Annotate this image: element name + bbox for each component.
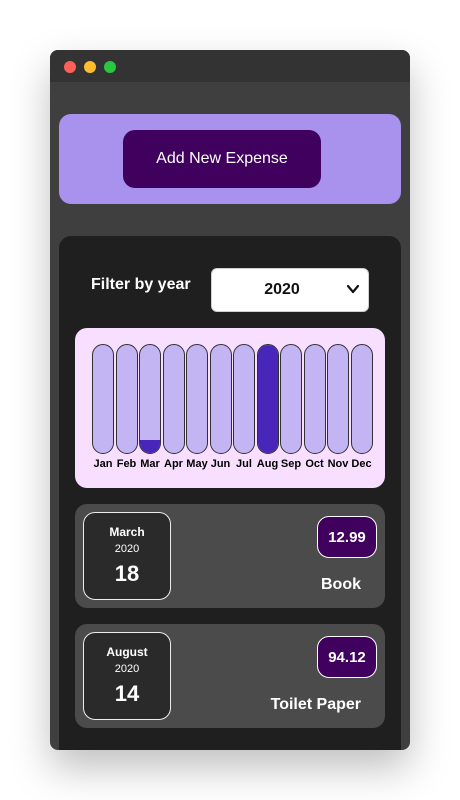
expense-date-year: 2020 bbox=[114, 543, 140, 555]
chart-bar-track bbox=[186, 344, 208, 454]
expense-item[interactable]: August 2020 14 94.12 Toilet Paper bbox=[75, 624, 385, 728]
chart-bar-sep: Sep bbox=[280, 344, 302, 476]
expense-date-day: 18 bbox=[114, 561, 140, 586]
chart-bar-track bbox=[303, 344, 326, 454]
expense-date-year: 2020 bbox=[114, 663, 140, 675]
expense-price: 12.99 bbox=[317, 516, 377, 558]
chart-bar-dec: Dec bbox=[350, 344, 373, 476]
expense-price: 94.12 bbox=[317, 636, 377, 678]
chart-bar-track bbox=[350, 344, 373, 454]
chart-bar-jun: Jun bbox=[209, 344, 232, 476]
chart-bar-track bbox=[92, 344, 114, 454]
expense-date: March 2020 18 bbox=[83, 512, 171, 600]
chart-bar-track bbox=[162, 344, 185, 454]
chart-bar-track bbox=[327, 344, 349, 454]
close-window-dot[interactable] bbox=[64, 61, 76, 73]
chart-bar-jul: Jul bbox=[233, 344, 255, 476]
expense-date-month: August bbox=[106, 645, 148, 659]
monthly-chart: Jan Feb Mar Apr May Jun Jul Aug Sep Oct Nov Dec bbox=[75, 328, 385, 488]
chart-bar-track bbox=[256, 344, 279, 454]
chart-bar-label: Dec bbox=[351, 458, 372, 470]
year-select[interactable]: 2020 bbox=[211, 268, 369, 312]
new-expense-panel: Add New Expense bbox=[59, 114, 401, 204]
chart-bar-feb: Feb bbox=[115, 344, 138, 476]
expense-item[interactable]: March 2020 18 12.99 Book bbox=[75, 504, 385, 608]
chart-bar-may: May bbox=[186, 344, 208, 476]
chevron-down-icon bbox=[346, 284, 360, 294]
chart-bar-track bbox=[115, 344, 138, 454]
chart-bar-track bbox=[280, 344, 302, 454]
chart-bar-jan: Jan bbox=[92, 344, 114, 476]
chart-bar-nov: Nov bbox=[327, 344, 349, 476]
expenses-panel: Filter by year 2020 Jan Feb Mar Apr May Jun Ju… bbox=[59, 236, 401, 750]
expense-date-month: March bbox=[109, 525, 145, 539]
filter-label: Filter by year bbox=[91, 276, 191, 293]
chart-bar-fill bbox=[140, 440, 160, 453]
chart-bar-track bbox=[233, 344, 255, 454]
add-new-expense-button[interactable]: Add New Expense bbox=[123, 130, 321, 188]
title-bar bbox=[50, 50, 410, 82]
expense-date-day: 14 bbox=[114, 681, 140, 706]
chart-bar-track bbox=[139, 344, 161, 454]
expense-date: August 2020 14 bbox=[83, 632, 171, 720]
maximize-window-dot[interactable] bbox=[104, 61, 116, 73]
chart-bar-aug: Aug bbox=[256, 344, 279, 476]
chart-bar-track bbox=[209, 344, 232, 454]
expense-title: Toilet Paper bbox=[270, 696, 361, 713]
chart-bar-fill bbox=[257, 345, 278, 453]
expense-title: Book bbox=[321, 576, 361, 593]
minimize-window-dot[interactable] bbox=[84, 61, 96, 73]
chart-bar-mar: Mar bbox=[139, 344, 161, 476]
year-select-value: 2020 bbox=[264, 281, 300, 298]
app-window: Add New Expense Filter by year 2020 Jan F… bbox=[50, 50, 410, 750]
chart-bar-apr: Apr bbox=[162, 344, 185, 476]
chart-bar-oct: Oct bbox=[303, 344, 326, 476]
